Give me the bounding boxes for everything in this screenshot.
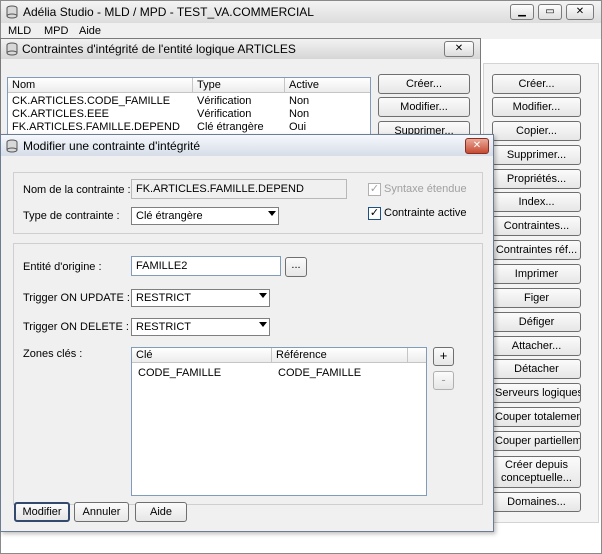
main-cut-partially-button[interactable]: Couper partiellement	[492, 431, 581, 451]
main-create-button[interactable]: Créer...	[492, 74, 581, 94]
chevron-down-icon	[259, 322, 267, 327]
constraints-list[interactable]: Nom Type Active CK.ARTICLES.CODE_FAMILLE…	[7, 77, 371, 137]
main-copy-button[interactable]: Copier...	[492, 121, 581, 141]
main-detach-button[interactable]: Détacher	[492, 359, 581, 379]
chevron-down-icon	[268, 211, 276, 216]
row-active: Non	[289, 108, 310, 120]
database-icon	[6, 139, 18, 153]
on-delete-select[interactable]: RESTRICT	[131, 318, 270, 336]
cancel-button[interactable]: Annuler	[74, 502, 129, 522]
origin-entity-label: Entité d'origine :	[23, 261, 102, 273]
on-update-value: RESTRICT	[136, 292, 191, 304]
constraint-name-label: Nom de la contrainte :	[23, 184, 131, 196]
row-name: CK.ARTICLES.CODE_FAMILLE	[12, 95, 171, 107]
minimize-button[interactable]: ▁	[510, 4, 534, 20]
menu-bar: MLD MPD Aide	[1, 23, 601, 39]
extended-syntax-checkbox[interactable]: ✓	[368, 183, 381, 196]
constraints-modify-button[interactable]: Modifier...	[378, 97, 470, 117]
extended-syntax-label: Syntaxe étendue	[384, 183, 467, 195]
column-header-type[interactable]: Type	[193, 78, 285, 93]
main-delete-button[interactable]: Supprimer...	[492, 145, 581, 165]
row-active: Oui	[289, 121, 307, 133]
table-row[interactable]: CK.ARTICLES.EEE Vérification Non	[8, 108, 370, 121]
menu-mpd[interactable]: MPD	[44, 25, 68, 37]
add-key-button[interactable]: +	[433, 347, 454, 366]
modify-constraint-dialog: Modifier une contrainte d'intégrité ✕ No…	[0, 134, 494, 532]
constraints-titlebar: Contraintes d'intégrité de l'entité logi…	[1, 39, 480, 59]
main-domains-button[interactable]: Domaines...	[492, 492, 581, 512]
row-type: Vérification	[197, 108, 252, 120]
row-name: FK.ARTICLES.FAMILLE.DEPEND	[12, 121, 180, 133]
origin-entity-browse-button[interactable]: ...	[285, 257, 307, 277]
main-titlebar: Adélia Studio - MLD / MPD - TEST_VA.COMM…	[1, 1, 601, 23]
constraint-type-select[interactable]: Clé étrangère	[131, 207, 279, 225]
database-icon	[6, 42, 18, 56]
constraint-type-label: Type de contrainte :	[23, 210, 120, 222]
constraints-create-button[interactable]: Créer...	[378, 74, 470, 94]
column-header-filler	[408, 348, 426, 363]
main-cut-totally-button[interactable]: Couper totalement	[492, 407, 581, 427]
column-header-reference[interactable]: Référence	[272, 348, 408, 363]
row-active: Non	[289, 95, 310, 107]
constraint-type-value: Clé étrangère	[136, 210, 203, 222]
origin-entity-field[interactable]: FAMILLE2	[131, 256, 281, 276]
main-window-title: Adélia Studio - MLD / MPD - TEST_VA.COMM…	[23, 5, 314, 19]
main-properties-button[interactable]: Propriétés...	[492, 169, 581, 189]
key-zones-label: Zones clés :	[23, 348, 83, 360]
menu-aide[interactable]: Aide	[79, 25, 101, 37]
row-type: Clé étrangère	[197, 121, 264, 133]
main-print-button[interactable]: Imprimer	[492, 264, 581, 284]
help-button[interactable]: Aide	[135, 502, 187, 522]
main-modify-button[interactable]: Modifier...	[492, 97, 581, 117]
main-create-from-conceptual-button[interactable]: Créer depuis conceptuelle...	[492, 456, 581, 488]
column-header-active[interactable]: Active	[285, 78, 370, 93]
menu-mld[interactable]: MLD	[8, 25, 31, 37]
constraints-close-button[interactable]: ✕	[444, 41, 474, 57]
row-name: CK.ARTICLES.EEE	[12, 108, 109, 120]
main-ref-constraints-button[interactable]: Contraintes réf...	[492, 240, 581, 260]
row-type: Vérification	[197, 95, 252, 107]
dialog-close-button[interactable]: ✕	[465, 138, 489, 154]
modify-button[interactable]: Modifier	[14, 502, 70, 522]
dialog-titlebar: Modifier une contrainte d'intégrité ✕	[1, 135, 493, 156]
constraints-window: Contraintes d'intégrité de l'entité logi…	[0, 38, 481, 141]
on-update-select[interactable]: RESTRICT	[131, 289, 270, 307]
remove-key-button[interactable]: -	[433, 371, 454, 390]
table-row[interactable]: CODE_FAMILLE CODE_FAMILLE	[132, 367, 426, 381]
table-row[interactable]: CK.ARTICLES.CODE_FAMILLE Vérification No…	[8, 95, 370, 108]
main-index-button[interactable]: Index...	[492, 192, 581, 212]
row-key: CODE_FAMILLE	[138, 367, 222, 379]
column-header-key[interactable]: Clé	[132, 348, 272, 363]
row-reference: CODE_FAMILLE	[278, 367, 362, 379]
constraint-active-label: Contrainte active	[384, 207, 467, 219]
main-freeze-button[interactable]: Figer	[492, 288, 581, 308]
main-attach-button[interactable]: Attacher...	[492, 336, 581, 356]
column-header-name[interactable]: Nom	[8, 78, 193, 93]
main-logical-servers-button[interactable]: Serveurs logiques...	[492, 383, 581, 403]
constraints-window-title: Contraintes d'intégrité de l'entité logi…	[22, 42, 296, 56]
on-delete-value: RESTRICT	[136, 321, 191, 333]
constraint-name-field[interactable]: FK.ARTICLES.FAMILLE.DEPEND	[131, 179, 347, 199]
dialog-title: Modifier une contrainte d'intégrité	[23, 139, 201, 153]
on-update-label: Trigger ON UPDATE :	[23, 292, 130, 304]
database-icon	[6, 5, 18, 19]
table-row[interactable]: FK.ARTICLES.FAMILLE.DEPEND Clé étrangère…	[8, 121, 370, 134]
main-constraints-button[interactable]: Contraintes...	[492, 216, 581, 236]
on-delete-label: Trigger ON DELETE :	[23, 321, 129, 333]
main-unfreeze-button[interactable]: Défiger	[492, 312, 581, 332]
constraint-active-checkbox[interactable]: ✓	[368, 207, 381, 220]
close-button[interactable]: ✕	[566, 4, 594, 20]
chevron-down-icon	[259, 293, 267, 298]
key-zones-list[interactable]: Clé Référence CODE_FAMILLE CODE_FAMILLE	[131, 347, 427, 496]
maximize-button[interactable]: ▭	[538, 4, 562, 20]
